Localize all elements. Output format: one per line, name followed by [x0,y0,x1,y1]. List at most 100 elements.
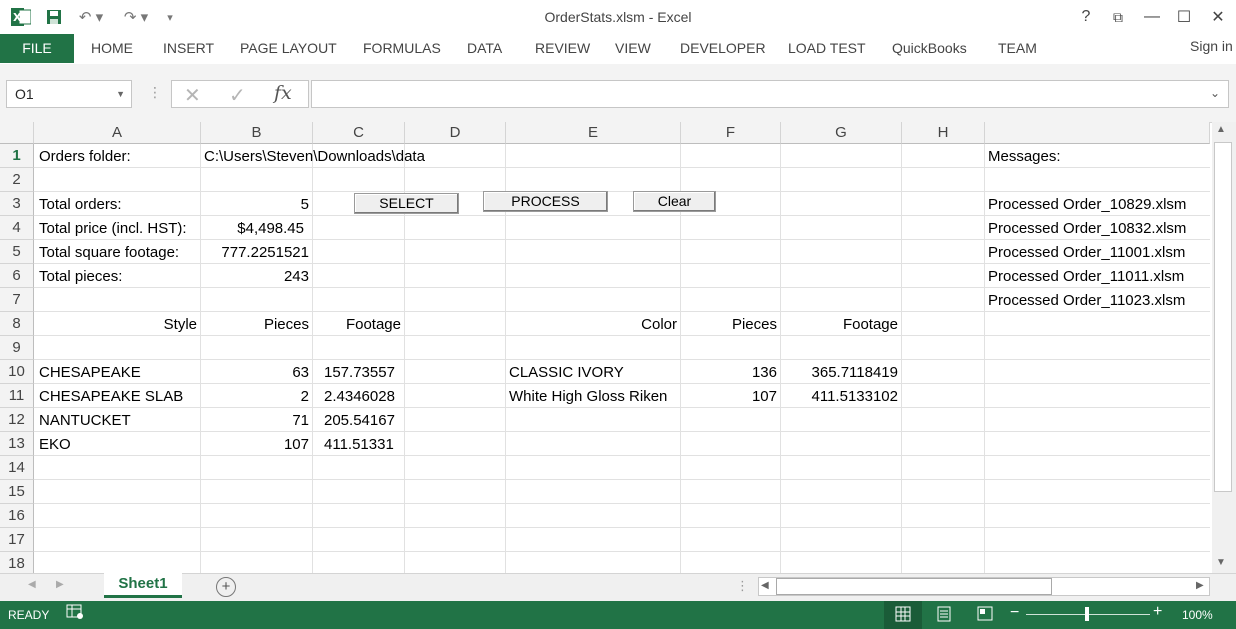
cell-a8[interactable]: Style [34,312,197,336]
cell-b13[interactable]: 107 [201,432,309,456]
cell-b8[interactable]: Pieces [201,312,309,336]
maximize-button[interactable]: ☐ [1170,6,1198,28]
insert-function-icon[interactable]: fx [274,82,292,104]
scroll-right-icon[interactable]: ▶ [1196,580,1204,591]
cell-c8[interactable]: Footage [313,312,401,336]
cell-a10[interactable]: CHESAPEAKE [39,360,141,384]
row-header[interactable]: 14 [0,456,34,480]
cell-a5[interactable]: Total square footage: [39,240,179,264]
cell-b12[interactable]: 71 [201,408,309,432]
tab-formulas[interactable]: FORMULAS [363,34,441,62]
cell-a1[interactable]: Orders folder: [39,144,131,168]
zoom-level[interactable]: 100% [1182,608,1213,622]
row-header[interactable]: 9 [0,336,34,360]
page-layout-view-icon[interactable] [936,606,952,625]
row-header[interactable]: 6 [0,264,34,288]
column-header-b[interactable]: B [201,122,313,144]
worksheet-grid[interactable]: A B C D E F G H 1 2 3 4 5 6 7 8 9 10 11 … [0,122,1210,573]
column-header-f[interactable]: F [681,122,781,144]
row-header[interactable]: 1 [0,144,34,168]
tab-home[interactable]: HOME [91,34,133,62]
cell-a12[interactable]: NANTUCKET [39,408,131,432]
row-header[interactable]: 5 [0,240,34,264]
tab-quickbooks[interactable]: QuickBooks [892,34,967,62]
tab-review[interactable]: REVIEW [535,34,590,62]
cell-c13[interactable]: 411.51331 [324,432,394,456]
zoom-out-icon[interactable]: − [1010,604,1019,622]
select-button[interactable]: SELECT [354,193,459,214]
close-button[interactable]: ✕ [1204,6,1232,28]
tab-split-grip-icon[interactable]: ⋮ [736,578,749,594]
row-header[interactable]: 8 [0,312,34,336]
tab-load-test[interactable]: LOAD TEST [788,34,866,62]
cell-i7[interactable]: Processed Order_11023.xlsm [988,288,1185,312]
process-button[interactable]: PROCESS [483,191,608,212]
cell-b11[interactable]: 2 [201,384,309,408]
cell-g10[interactable]: 365.7118419 [781,360,898,384]
row-header[interactable]: 10 [0,360,34,384]
cell-i1[interactable]: Messages: [988,144,1061,168]
cell-c10[interactable]: 157.73557 [324,360,395,384]
row-header[interactable]: 4 [0,216,34,240]
tab-file[interactable]: FILE [0,34,74,63]
cell-g8[interactable]: Footage [781,312,898,336]
tab-page-layout[interactable]: PAGE LAYOUT [240,34,337,62]
horizontal-scroll-thumb[interactable] [776,578,1052,595]
tab-insert[interactable]: INSERT [163,34,214,62]
sheet-scroll-right-icon[interactable]: ▶ [56,579,64,590]
cell-b10[interactable]: 63 [201,360,309,384]
chevron-down-icon[interactable]: ▼ [116,81,125,107]
sheet-scroll-left-icon[interactable]: ◀ [28,579,36,590]
column-header-d[interactable]: D [405,122,506,144]
cell-b5[interactable]: 777.2251521 [201,240,309,264]
page-break-preview-icon[interactable] [977,606,993,625]
formula-input[interactable] [311,80,1229,108]
row-header[interactable]: 2 [0,168,34,192]
cell-f10[interactable]: 136 [681,360,777,384]
scroll-left-icon[interactable]: ◀ [761,580,769,591]
cell-b1[interactable]: C:\Users\Steven\Downloads\data [204,144,425,168]
macro-recording-icon[interactable] [66,604,84,623]
cell-b6[interactable]: 243 [201,264,309,288]
row-header[interactable]: 18 [0,552,34,573]
cell-i5[interactable]: Processed Order_11001.xlsm [988,240,1185,264]
cell-e11[interactable]: White High Gloss Riken [509,384,667,408]
cell-a6[interactable]: Total pieces: [39,264,122,288]
sign-in-link[interactable]: Sign in [1190,32,1233,60]
tab-view[interactable]: VIEW [615,34,651,62]
select-all-corner[interactable] [0,122,34,144]
zoom-slider-thumb[interactable] [1085,607,1089,621]
row-header[interactable]: 7 [0,288,34,312]
column-header-e[interactable]: E [506,122,681,144]
column-header-i[interactable] [985,122,1210,144]
row-header[interactable]: 15 [0,480,34,504]
cell-c11[interactable]: 2.4346028 [324,384,395,408]
tab-data[interactable]: DATA [467,34,502,62]
enter-icon[interactable]: ✓ [229,83,246,108]
cell-i4[interactable]: Processed Order_10832.xlsm [988,216,1186,240]
expand-formula-bar-icon[interactable]: ⌄ [1210,86,1220,100]
add-sheet-icon[interactable]: + [216,577,236,597]
scroll-down-icon[interactable]: ▼ [1216,557,1226,568]
tab-team[interactable]: TEAM [998,34,1037,62]
scroll-up-icon[interactable]: ▲ [1216,124,1226,135]
cell-i3[interactable]: Processed Order_10829.xlsm [988,192,1186,216]
row-header[interactable]: 12 [0,408,34,432]
sheet-tab-sheet1[interactable]: Sheet1 [104,572,182,598]
zoom-in-icon[interactable]: + [1153,603,1162,621]
cell-c12[interactable]: 205.54167 [324,408,395,432]
ribbon-display-options-icon[interactable]: ⧉ [1104,6,1132,28]
column-header-h[interactable]: H [902,122,985,144]
name-box[interactable]: O1 ▼ [6,80,132,108]
cell-b4[interactable]: $4,498.45 [201,216,304,240]
cell-e8[interactable]: Color [506,312,677,336]
row-header[interactable]: 16 [0,504,34,528]
column-header-g[interactable]: G [781,122,902,144]
row-header[interactable]: 17 [0,528,34,552]
column-header-a[interactable]: A [34,122,201,144]
cell-e10[interactable]: CLASSIC IVORY [509,360,624,384]
cell-i6[interactable]: Processed Order_11011.xlsm [988,264,1184,288]
cell-a13[interactable]: EKO [39,432,71,456]
column-header-c[interactable]: C [313,122,405,144]
tab-developer[interactable]: DEVELOPER [680,34,766,62]
